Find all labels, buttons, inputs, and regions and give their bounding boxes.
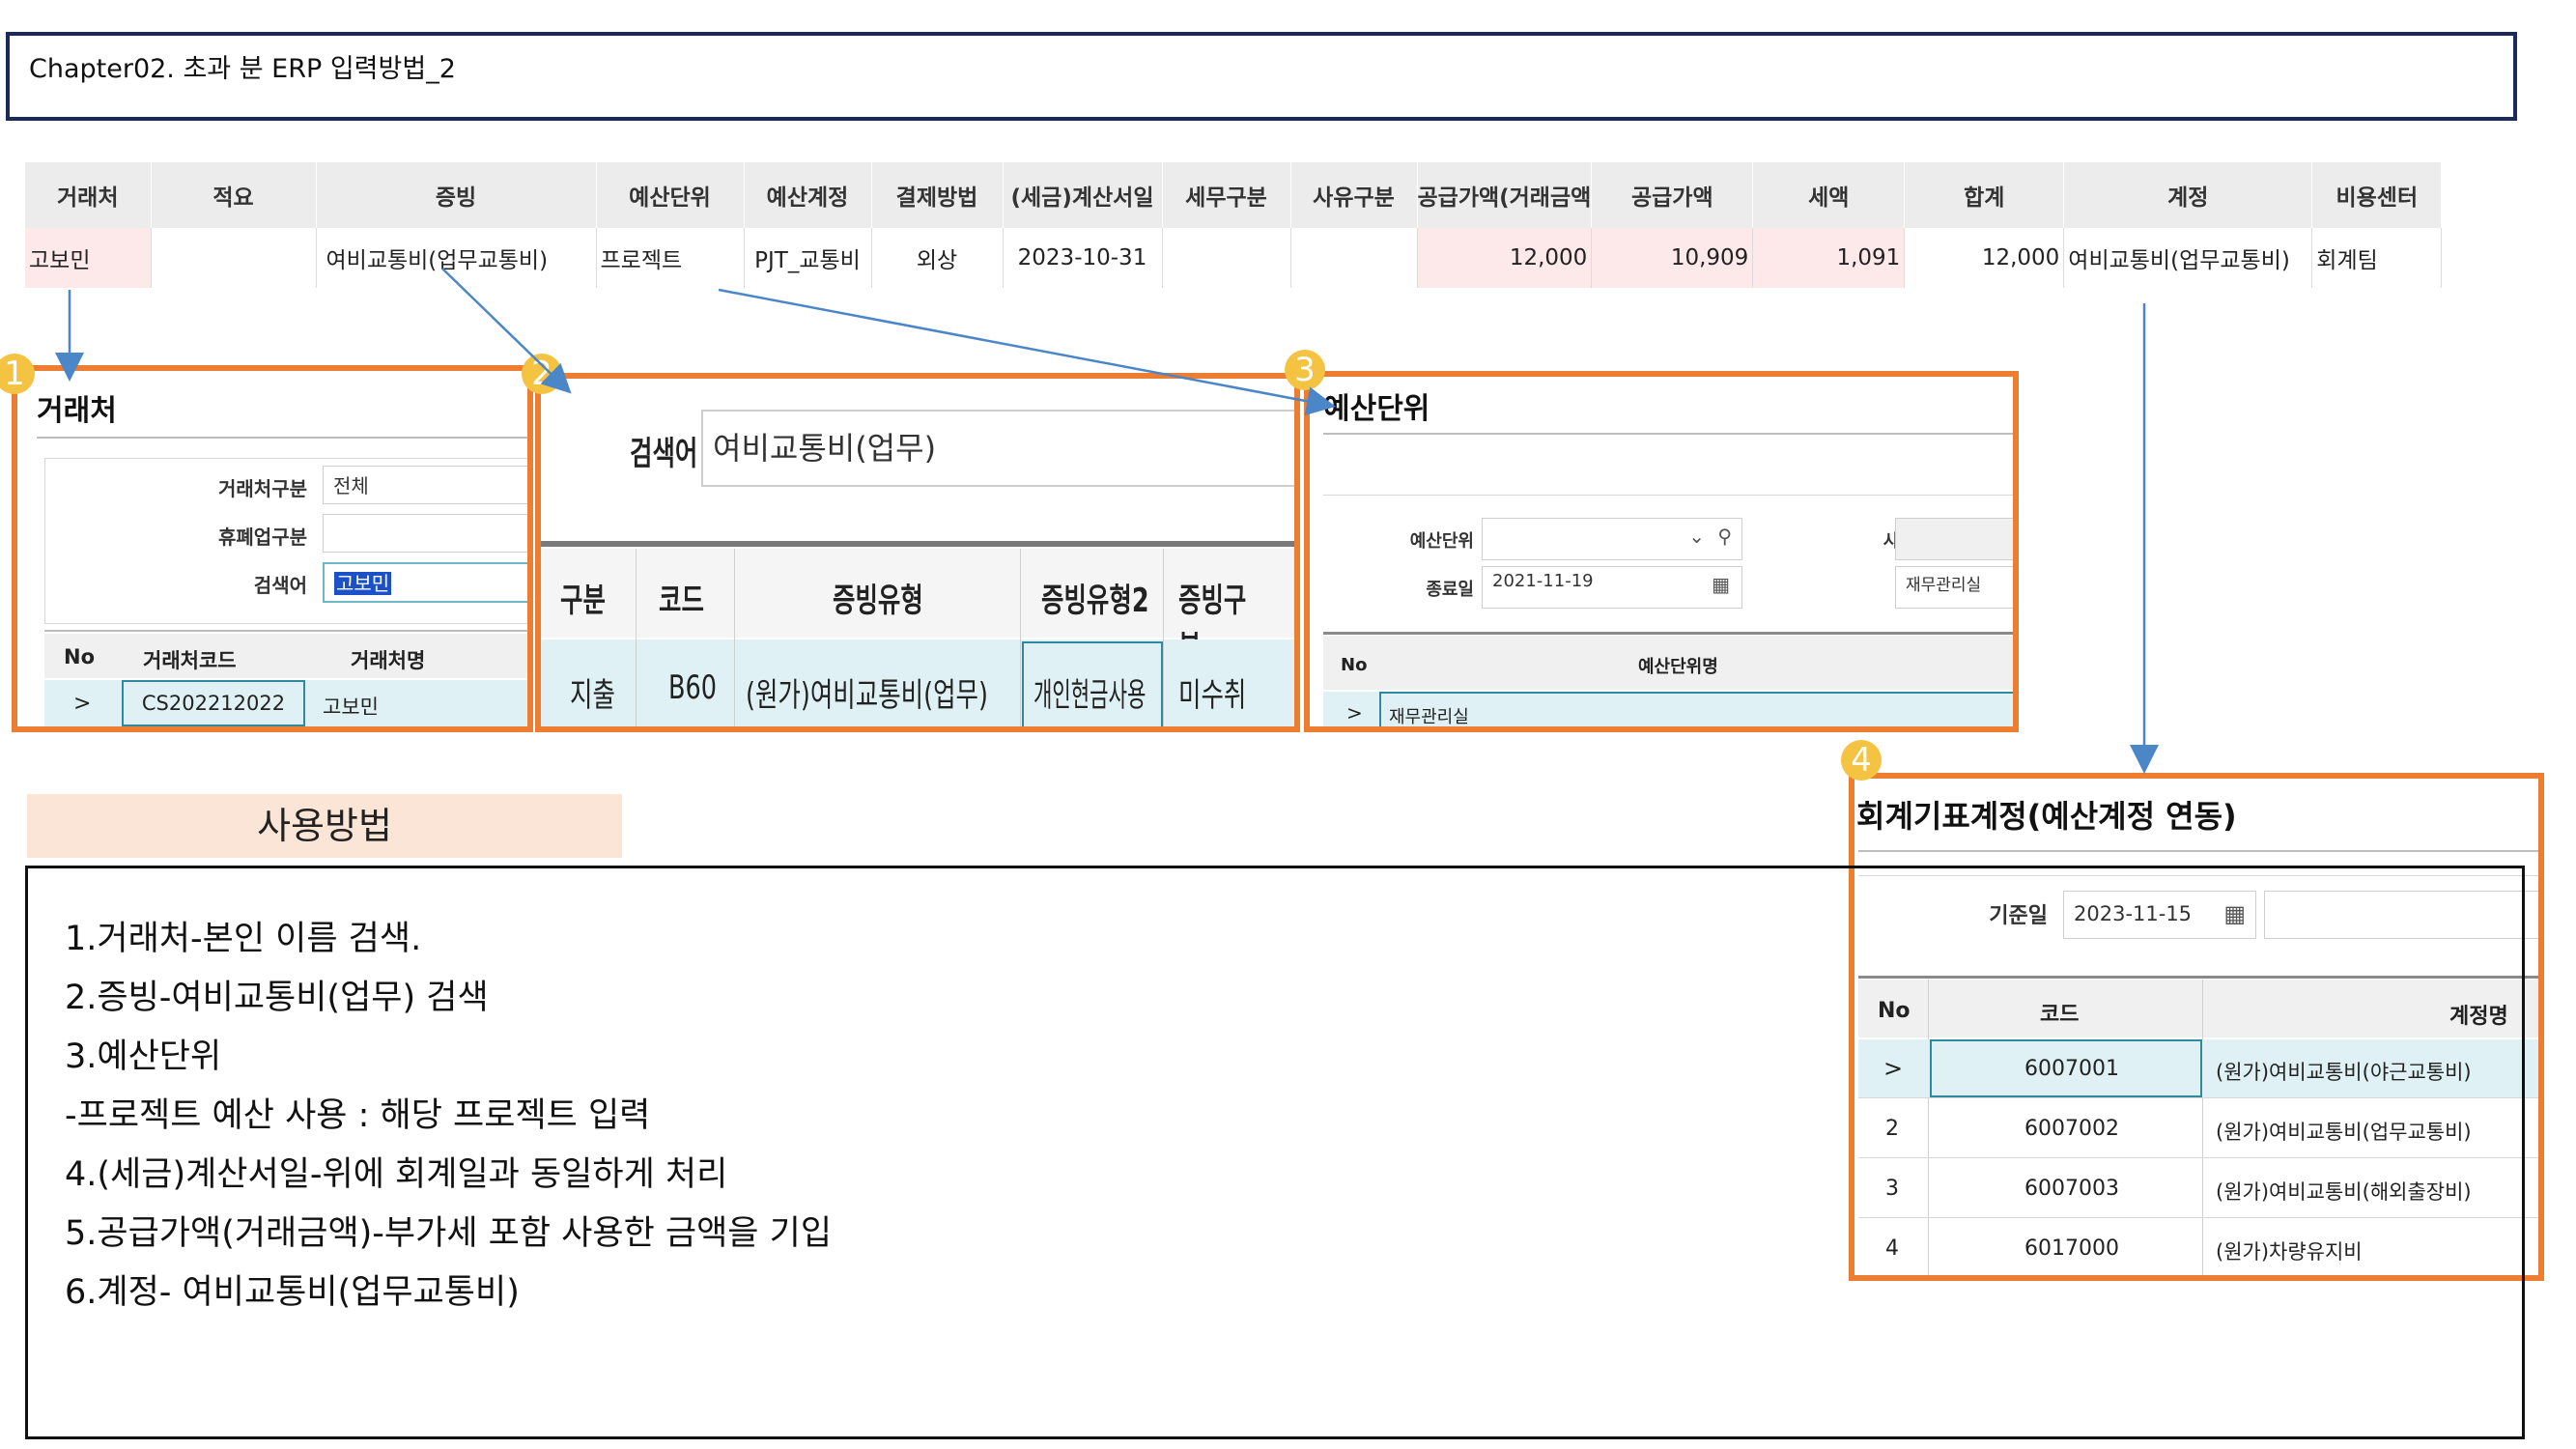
connector-arrows [55, 268, 2159, 774]
arrow-budget-unit [718, 288, 1336, 416]
arrow-evidence [441, 268, 572, 394]
